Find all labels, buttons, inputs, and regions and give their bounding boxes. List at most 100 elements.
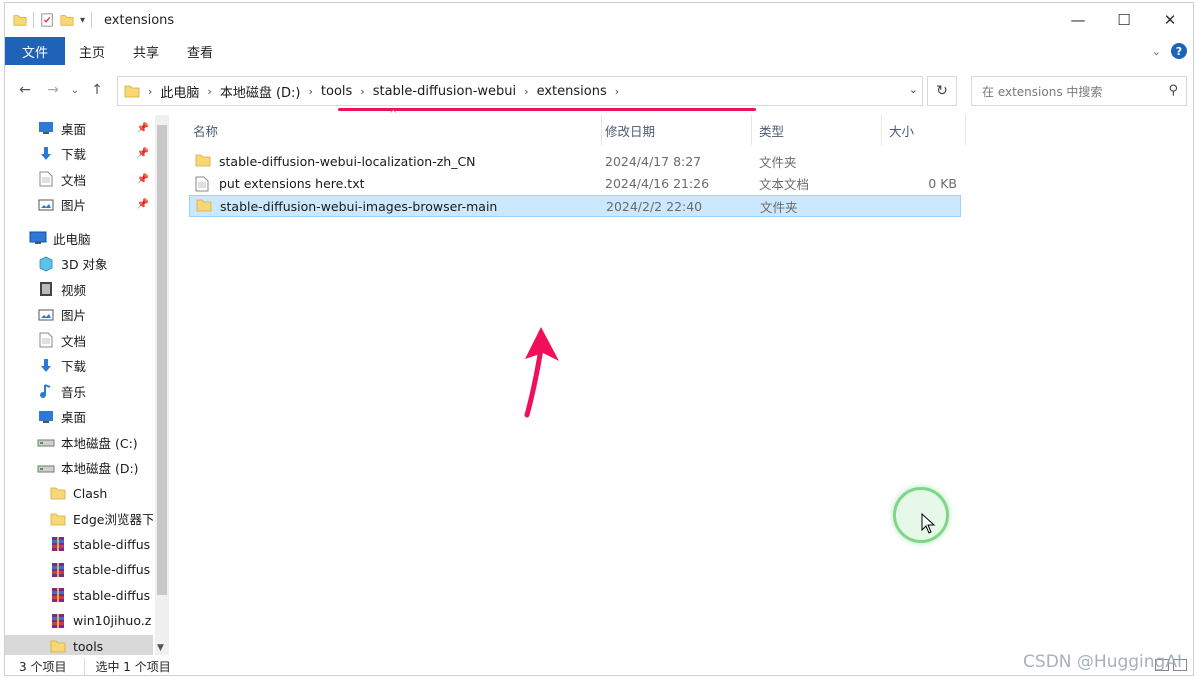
column-header-size[interactable]: 大小 <box>889 115 914 145</box>
ribbon-tabs: 文件 主页 共享 查看 ⌄ ? <box>5 37 1193 65</box>
document-icon <box>37 332 55 348</box>
back-button[interactable]: ← <box>11 76 39 104</box>
column-header-date[interactable]: 修改日期 <box>605 115 655 145</box>
refresh-button[interactable]: ↻ <box>927 76 957 106</box>
chevron-right-icon[interactable]: › <box>524 85 528 98</box>
sidebar-item-drive-d-child[interactable]: tools <box>5 635 153 655</box>
up-button[interactable]: ↑ <box>83 76 111 104</box>
tab-file[interactable]: 文件 <box>5 37 66 65</box>
sidebar-item-label: 图片 <box>61 308 87 323</box>
3d-objects-icon <box>37 256 55 272</box>
sidebar-item-drive-d-child[interactable]: stable-diffus <box>5 559 153 581</box>
file-date: 2024/2/2 22:40 <box>606 198 703 214</box>
download-icon <box>37 146 55 162</box>
breadcrumb-tools[interactable]: tools <box>321 84 352 99</box>
breadcrumb-extensions[interactable]: extensions <box>537 84 607 99</box>
sort-ascending-icon: ^ <box>389 109 398 120</box>
sidebar-item-quick-access[interactable]: 文档 📌 <box>5 168 153 190</box>
breadcrumb-this-pc[interactable]: 此电脑 <box>160 82 199 101</box>
expand-ribbon-icon[interactable]: ⌄ <box>1152 45 1161 58</box>
tab-home[interactable]: 主页 <box>65 37 119 65</box>
music-icon <box>37 383 55 399</box>
sidebar-item-this-pc-item[interactable]: 本地磁盘 (D:) <box>5 457 153 479</box>
title-bar: ▾ extensions — ☐ ✕ <box>5 3 1193 37</box>
window-title: extensions <box>104 12 175 28</box>
pin-icon[interactable]: 📌 <box>137 174 149 185</box>
sidebar-item-this-pc-item[interactable]: 3D 对象 <box>5 253 153 275</box>
properties-icon[interactable] <box>40 13 54 27</box>
sidebar-item-label: 本地磁盘 (D:) <box>61 461 139 476</box>
sidebar-item-drive-d-child[interactable]: win10jihuo.z <box>5 610 153 632</box>
chevron-right-icon[interactable]: › <box>309 85 313 98</box>
file-size: 0 KB <box>928 176 957 191</box>
sidebar-item-this-pc-item[interactable]: 图片 <box>5 304 153 326</box>
folder-icon <box>13 15 27 26</box>
tab-share[interactable]: 共享 <box>119 37 173 65</box>
sidebar-item-drive-d-child[interactable]: Clash <box>5 482 153 504</box>
tab-view[interactable]: 查看 <box>173 37 227 65</box>
folder-icon <box>49 638 67 654</box>
sidebar-item-quick-access[interactable]: 下载 📌 <box>5 143 153 165</box>
drive-icon <box>37 434 55 450</box>
pin-icon[interactable]: 📌 <box>137 123 149 134</box>
nav-pane-scrollbar[interactable]: ▼ <box>155 115 169 655</box>
close-button[interactable]: ✕ <box>1147 3 1193 37</box>
sidebar-item-label: win10jihuo.z <box>73 613 152 628</box>
chevron-right-icon[interactable]: › <box>207 85 211 98</box>
chevron-right-icon[interactable]: › <box>360 85 364 98</box>
table-row[interactable]: stable-diffusion-webui-images-browser-ma… <box>189 195 961 217</box>
sidebar-item-this-pc-item[interactable]: 桌面 <box>5 406 153 428</box>
sidebar-item-label: 下载 <box>61 147 87 162</box>
scroll-down-arrow-icon[interactable]: ▼ <box>157 643 164 653</box>
sidebar-item-drive-d-child[interactable]: stable-diffus <box>5 584 153 606</box>
minimize-button[interactable]: — <box>1055 3 1101 37</box>
sidebar-item-quick-access[interactable]: 图片 📌 <box>5 194 153 216</box>
column-divider[interactable] <box>751 115 752 145</box>
help-icon[interactable]: ? <box>1171 43 1187 59</box>
sidebar-item-drive-d-child[interactable]: stable-diffus <box>5 533 153 555</box>
column-divider[interactable] <box>881 115 882 145</box>
drive-icon <box>37 460 55 476</box>
address-bar[interactable]: › 此电脑 › 本地磁盘 (D:) › tools › stable-diffu… <box>117 76 923 111</box>
sidebar-item-this-pc[interactable]: 此电脑 <box>5 227 153 249</box>
column-header-name[interactable]: 名称 <box>193 115 218 145</box>
sidebar-item-this-pc-item[interactable]: 音乐 <box>5 380 153 402</box>
column-header-type[interactable]: 类型 <box>759 115 784 145</box>
breadcrumb-drive-d[interactable]: 本地磁盘 (D:) <box>220 82 301 101</box>
recent-locations-dropdown[interactable]: ⌄ <box>67 76 83 104</box>
chevron-right-icon[interactable]: › <box>615 85 619 98</box>
quick-access-toolbar: ▾ <box>5 12 93 28</box>
forward-button[interactable]: → <box>39 76 67 104</box>
scrollbar-thumb[interactable] <box>157 125 167 595</box>
desktop-icon <box>37 409 55 425</box>
pin-icon[interactable]: 📌 <box>137 148 149 159</box>
sidebar-item-label: 本地磁盘 (C:) <box>61 435 138 451</box>
maximize-button[interactable]: ☐ <box>1101 3 1147 37</box>
search-input[interactable]: 在 extensions 中搜索 ⚲ <box>971 76 1187 106</box>
file-name: stable-diffusion-webui-images-browser-ma… <box>220 198 498 214</box>
column-divider[interactable] <box>965 115 966 145</box>
breadcrumb: › 此电脑 › 本地磁盘 (D:) › tools › stable-diffu… <box>140 82 627 101</box>
file-list: ^ 名称 修改日期 类型 大小 stable-diffusion-webui-l… <box>185 109 1195 655</box>
new-folder-icon[interactable] <box>60 13 74 27</box>
sidebar-item-label: 图片 <box>61 198 87 213</box>
folder-icon <box>124 85 140 98</box>
customize-qa-dropdown-icon[interactable]: ▾ <box>80 15 85 26</box>
breadcrumb-stable-diffusion-webui[interactable]: stable-diffusion-webui <box>373 84 516 99</box>
search-icon: ⚲ <box>1168 83 1178 98</box>
annotation-underline <box>338 108 756 111</box>
sidebar-item-quick-access[interactable]: 桌面 📌 <box>5 117 153 139</box>
pin-icon[interactable]: 📌 <box>137 199 149 210</box>
sidebar-item-drive-d-child[interactable]: Edge浏览器下 <box>5 508 153 530</box>
table-row[interactable]: stable-diffusion-webui-localization-zh_C… <box>189 150 961 172</box>
sidebar-item-this-pc-item[interactable]: 文档 <box>5 329 153 351</box>
sidebar-item-this-pc-item[interactable]: 下载 <box>5 355 153 377</box>
column-divider[interactable] <box>601 115 602 145</box>
address-dropdown-icon[interactable]: ⌄ <box>909 83 918 96</box>
this-pc-icon <box>29 230 47 246</box>
table-row[interactable]: put extensions here.txt 2024/4/16 21:26 … <box>189 173 961 195</box>
sidebar-item-this-pc-item[interactable]: 视频 <box>5 278 153 300</box>
file-type: 文本文档 <box>759 177 810 192</box>
navigation-row: ← → ⌄ ↑ › 此电脑 › 本地磁盘 (D:) › tools › stab… <box>5 71 1193 111</box>
sidebar-item-this-pc-item[interactable]: 本地磁盘 (C:) <box>5 431 153 453</box>
